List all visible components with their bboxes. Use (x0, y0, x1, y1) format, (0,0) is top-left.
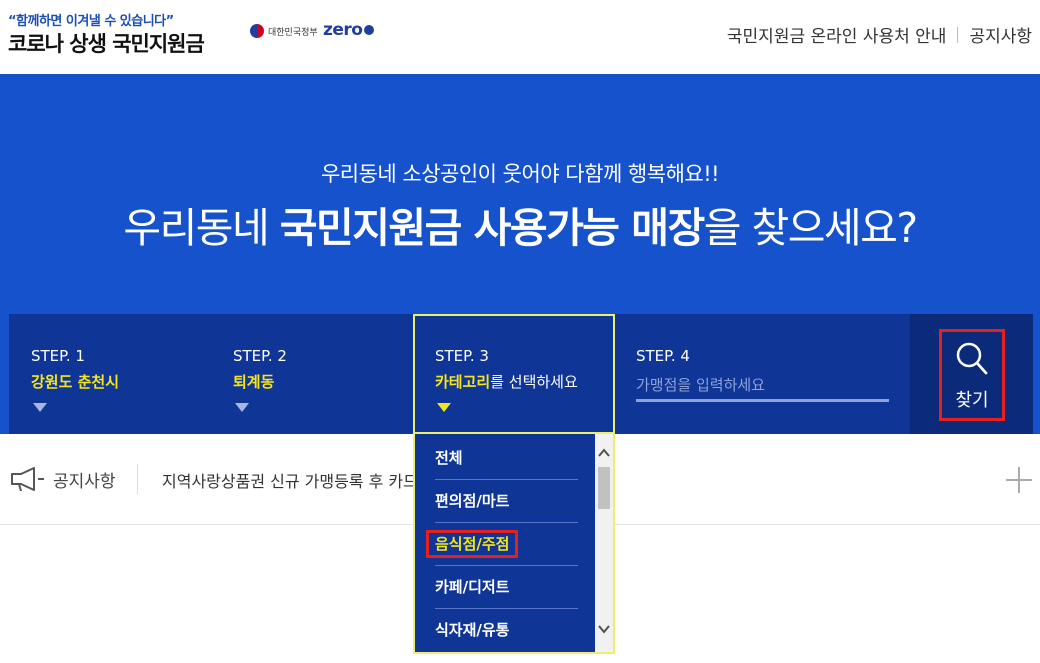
category-option-label: 편의점/마트 (435, 492, 510, 510)
store-name-input[interactable] (636, 371, 889, 402)
notice-divider (137, 464, 138, 494)
chevron-down-icon[interactable] (437, 403, 451, 412)
dropdown-scrollbar[interactable] (595, 434, 613, 652)
step-4-title: STEP. 4 (636, 347, 690, 365)
step-1-title: STEP. 1 (31, 347, 85, 365)
notice-label: 공지사항 (53, 472, 116, 492)
step-1-region[interactable]: STEP. 1 강원도 춘천시 (9, 314, 211, 434)
nav-divider (957, 26, 959, 43)
zero-pay-icon (363, 25, 374, 35)
category-option-label: 전체 (435, 449, 463, 467)
notice-text[interactable]: 지역사랑상품권 신규 가맹등록 후 카드사 정보 반영까지 (162, 468, 414, 492)
gov-logo: 대한민국정부 (250, 24, 318, 38)
top-nav: 국민지원금 온라인 사용처 안내 공지사항 (727, 22, 1032, 47)
nav-link-notice[interactable]: 공지사항 (969, 22, 1032, 47)
gov-logo-text: 대한민국정부 (268, 27, 318, 38)
search-button[interactable]: 찾기 (939, 329, 1005, 421)
chevron-up-icon[interactable] (595, 444, 613, 462)
step-3-title: STEP. 3 (435, 347, 489, 365)
category-option-groceries[interactable]: 식자재/유통 (435, 609, 578, 652)
chevron-down-icon[interactable] (33, 403, 47, 412)
banner-title-bold: 국민지원금 사용가능 매장 (279, 204, 705, 252)
step-2-title: STEP. 2 (233, 347, 287, 365)
scroll-thumb[interactable] (598, 467, 610, 509)
zero-logo-text: zero (323, 20, 363, 40)
plus-icon[interactable] (1006, 467, 1032, 493)
step-3-value-rest: 를 선택하세요 (490, 373, 578, 391)
step-3-category[interactable]: STEP. 3 카테고리를 선택하세요 (413, 314, 615, 434)
banner-subtitle: 우리동네 소상공인이 웃어야 다함께 행복해요!! (320, 162, 720, 186)
category-option-convenience[interactable]: 편의점/마트 (435, 480, 578, 523)
category-option-label: 식자재/유통 (435, 621, 510, 639)
taegeuk-icon (250, 24, 264, 38)
category-dropdown[interactable]: 전체 편의점/마트 음식점/주점 카페/디저트 식자재/유통 (413, 434, 615, 654)
step-4-store: STEP. 4 (614, 314, 910, 434)
search-button-label: 찾기 (955, 390, 989, 411)
step-2-district[interactable]: STEP. 2 퇴계동 (211, 314, 413, 434)
chevron-down-icon[interactable] (235, 403, 249, 412)
category-option-cafe[interactable]: 카페/디저트 (435, 566, 578, 609)
step-1-value: 강원도 춘천시 (31, 373, 120, 391)
site-title[interactable]: 코로나 상생 국민지원금 (8, 28, 205, 58)
search-icon (956, 342, 988, 375)
category-option-label: 음식점/주점 (425, 530, 519, 558)
banner-title: 우리동네 국민지원금 사용가능 매장을 찾으세요? (0, 194, 1040, 254)
category-option-label: 카페/디저트 (435, 578, 510, 596)
step-3-value: 카테고리를 선택하세요 (435, 371, 578, 392)
site-header: “함께하면 이겨낼 수 있습니다” 코로나 상생 국민지원금 대한민국정부 ze… (0, 0, 1040, 74)
search-steps-bar: STEP. 1 강원도 춘천시 STEP. 2 퇴계동 STEP. 3 카테고리… (9, 314, 910, 434)
banner-title-post: 을 찾으세요? (703, 204, 918, 252)
step-2-value: 퇴계동 (233, 373, 275, 391)
chevron-down-icon[interactable] (595, 620, 613, 638)
step-3-value-highlight: 카테고리 (435, 373, 491, 391)
category-option-all[interactable]: 전체 (435, 437, 578, 480)
zero-logo: zero (323, 20, 374, 40)
nav-link-usage-guide[interactable]: 국민지원금 온라인 사용처 안내 (727, 22, 947, 47)
banner-title-pre: 우리동네 (123, 204, 280, 252)
search-area: 찾기 (910, 314, 1033, 434)
category-option-restaurant[interactable]: 음식점/주점 (425, 523, 578, 566)
site-slogan: “함께하면 이겨낼 수 있습니다” (8, 14, 174, 29)
megaphone-icon (11, 467, 44, 491)
